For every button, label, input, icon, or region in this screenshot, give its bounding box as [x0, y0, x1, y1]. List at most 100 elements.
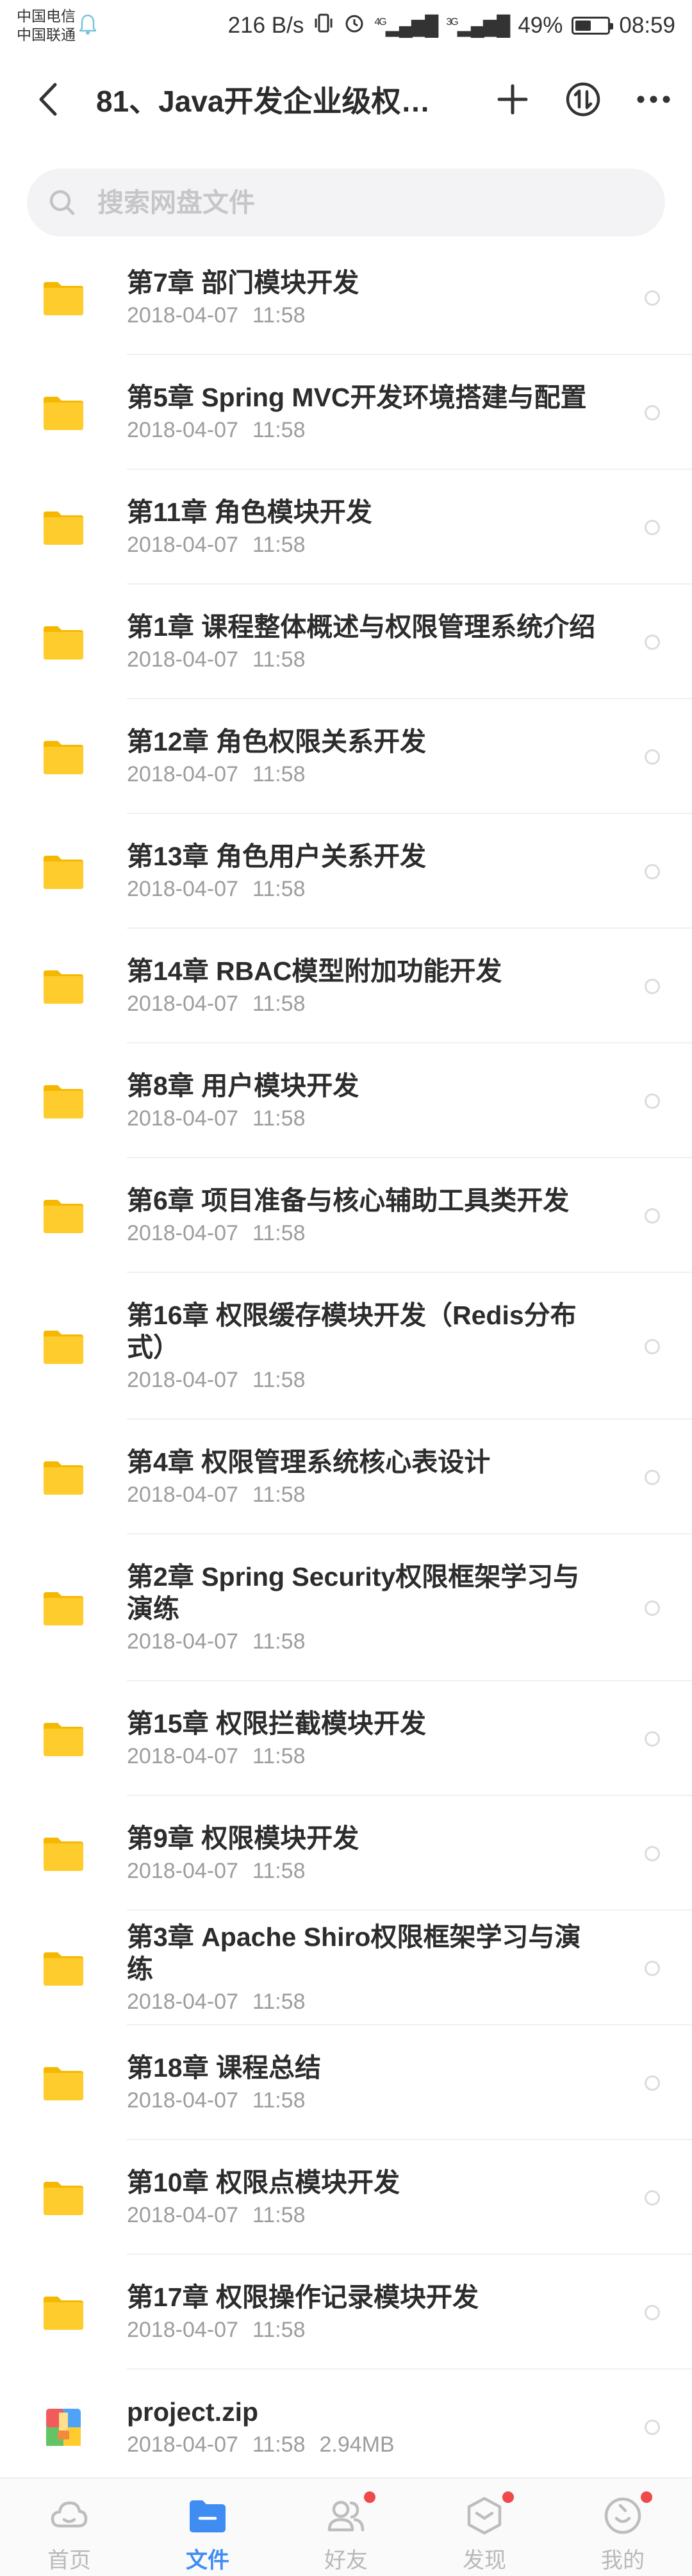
- select-checkbox[interactable]: [645, 978, 660, 994]
- file-name: 第9章 权限模块开发: [127, 1823, 359, 1853]
- file-meta: 2018-04-07 11:58: [127, 1627, 602, 1656]
- folder-row[interactable]: 第2章 Spring Security权限框架学习与演练 2018-04-07 11…: [0, 1534, 692, 1681]
- nav-item-friends[interactable]: 好友: [277, 2479, 415, 2576]
- file-name: 第15章 权限拦截模块开发: [127, 1708, 426, 1738]
- file-name: 第4章 权限管理系统核心表设计: [127, 1447, 491, 1477]
- folder-row[interactable]: 第9章 权限模块开发 2018-04-07 11:58: [0, 1796, 692, 1911]
- select-checkbox[interactable]: [645, 1731, 660, 1747]
- select-checkbox[interactable]: [645, 2190, 660, 2206]
- file-date: 2018-04-07: [127, 1220, 238, 1245]
- folder-row[interactable]: 第15章 权限拦截模块开发 2018-04-07 11:58: [0, 1681, 692, 1796]
- notification-icon: [78, 13, 97, 39]
- file-date: 2018-04-07: [127, 761, 238, 786]
- nav-item-profile[interactable]: 我的: [554, 2479, 692, 2576]
- file-row[interactable]: project.zip 2018-04-07 11:58 2.94MB: [0, 2370, 692, 2484]
- folder-row[interactable]: 第16章 权限缓存模块开发（Redis分布式） 2018-04-07 11:58: [0, 1273, 692, 1420]
- file-meta: 2018-04-07 11:58 2.94MB: [127, 2431, 602, 2459]
- transfer-button[interactable]: [557, 74, 609, 125]
- folder-icon: [42, 968, 85, 1005]
- file-meta: 2018-04-07 11:58: [127, 2086, 602, 2115]
- file-time: 11:58: [252, 303, 306, 328]
- search-input[interactable]: [97, 187, 623, 218]
- select-checkbox[interactable]: [645, 1338, 660, 1354]
- select-checkbox[interactable]: [645, 2304, 660, 2320]
- carrier-1: 中国电信: [17, 8, 76, 24]
- file-info: 第4章 权限管理系统核心表设计 2018-04-07 11:58: [127, 1446, 602, 1509]
- select-checkbox[interactable]: [645, 1960, 660, 1976]
- select-checkbox[interactable]: [645, 749, 660, 765]
- select-checkbox[interactable]: [645, 2075, 660, 2091]
- folder-row[interactable]: 第13章 角色用户关系开发 2018-04-07 11:58: [0, 814, 692, 929]
- battery-level: [575, 21, 591, 31]
- select-checkbox[interactable]: [645, 404, 660, 420]
- file-info: 第13章 角色用户关系开发 2018-04-07 11:58: [127, 840, 602, 903]
- file-name: 第12章 角色权限关系开发: [127, 726, 426, 756]
- battery-icon: [572, 17, 614, 35]
- file-info: 第10章 权限点模块开发 2018-04-07 11:58: [127, 2166, 602, 2229]
- file-time: 11:58: [252, 1743, 306, 1768]
- folder-row[interactable]: 第10章 权限点模块开发 2018-04-07 11:58: [0, 2140, 692, 2255]
- folder-row[interactable]: 第7章 部门模块开发 2018-04-07 11:58: [0, 240, 692, 355]
- zip-file-icon: [42, 2408, 85, 2446]
- file-info: 第17章 权限操作记录模块开发 2018-04-07 11:58: [127, 2281, 602, 2344]
- file-info: 第8章 用户模块开发 2018-04-07 11:58: [127, 1070, 602, 1133]
- signal-1-icon: 4G▂▄▆█: [374, 15, 438, 37]
- file-date: 2018-04-07: [127, 532, 238, 557]
- file-info: 第11章 角色模块开发 2018-04-07 11:58: [127, 496, 602, 559]
- file-info: 第18章 课程总结 2018-04-07 11:58: [127, 2052, 602, 2115]
- file-name: 第10章 权限点模块开发: [127, 2167, 400, 2197]
- file-meta: 2018-04-07 11:58: [127, 301, 602, 329]
- battery-percent: 49%: [518, 13, 563, 38]
- file-date: 2018-04-07: [127, 647, 238, 672]
- select-checkbox[interactable]: [645, 1600, 660, 1616]
- file-date: 2018-04-07: [127, 1106, 238, 1131]
- select-checkbox[interactable]: [645, 290, 660, 306]
- search-bar[interactable]: [27, 169, 665, 237]
- folder-icon: [42, 2294, 85, 2331]
- cloud-icon: [49, 2495, 90, 2536]
- select-checkbox[interactable]: [645, 1845, 660, 1861]
- nav-item-discover[interactable]: 发现: [415, 2479, 554, 2576]
- select-checkbox[interactable]: [645, 1208, 660, 1224]
- folder-row[interactable]: 第1章 课程整体概述与权限管理系统介绍 2018-04-07 11:58: [0, 585, 692, 699]
- page-title: 81、Java开发企业级权限管理系统: [96, 85, 442, 118]
- friends-icon: [325, 2491, 375, 2536]
- nav-label: 文件: [186, 2548, 229, 2573]
- file-meta: 2018-04-07 11:58: [127, 1742, 602, 1770]
- transfer-icon: [566, 82, 600, 117]
- folder-row[interactable]: 第8章 用户模块开发 2018-04-07 11:58: [0, 1043, 692, 1158]
- folder-row[interactable]: 第3章 Apache Shiro权限框架学习与演练 2018-04-07 11:58: [0, 1911, 692, 2025]
- folder-row[interactable]: 第4章 权限管理系统核心表设计 2018-04-07 11:58: [0, 1420, 692, 1534]
- folder-row[interactable]: 第18章 课程总结 2018-04-07 11:58: [0, 2025, 692, 2140]
- folder-row[interactable]: 第6章 项目准备与核心辅助工具类开发 2018-04-07 11:58: [0, 1158, 692, 1273]
- file-meta: 2018-04-07 11:58: [127, 1366, 602, 1394]
- nav-item-cloud[interactable]: 首页: [0, 2479, 138, 2576]
- select-checkbox[interactable]: [645, 2419, 660, 2435]
- folder-row[interactable]: 第5章 Spring MVC开发环境搭建与配置 2018-04-07 11:58: [0, 355, 692, 470]
- select-checkbox[interactable]: [645, 1093, 660, 1109]
- folder-row[interactable]: 第17章 权限操作记录模块开发 2018-04-07 11:58: [0, 2255, 692, 2370]
- select-checkbox[interactable]: [645, 634, 660, 650]
- folder-icon: [42, 394, 85, 431]
- bottom-nav: 首页 文件 好友 发现 我的: [0, 2477, 692, 2576]
- folder-icon: [42, 2179, 85, 2216]
- plus-icon: [497, 84, 528, 115]
- select-checkbox[interactable]: [645, 519, 660, 535]
- file-time: 11:58: [252, 1629, 306, 1654]
- file-info: 第15章 权限拦截模块开发 2018-04-07 11:58: [127, 1708, 602, 1770]
- folder-row[interactable]: 第11章 角色模块开发 2018-04-07 11:58: [0, 470, 692, 585]
- file-date: 2018-04-07: [127, 2432, 238, 2457]
- more-button[interactable]: [628, 74, 679, 125]
- folder-row[interactable]: 第12章 角色权限关系开发 2018-04-07 11:58: [0, 699, 692, 814]
- back-button[interactable]: [0, 51, 96, 147]
- add-button[interactable]: [487, 74, 538, 125]
- file-meta: 2018-04-07 11:58: [127, 1104, 602, 1133]
- folder-icon: [42, 1083, 85, 1120]
- nav-item-folder[interactable]: 文件: [138, 2479, 277, 2576]
- file-info: 第2章 Spring Security权限框架学习与演练 2018-04-07 11…: [127, 1561, 602, 1656]
- file-time: 11:58: [252, 532, 306, 557]
- select-checkbox[interactable]: [645, 863, 660, 879]
- file-time: 11:58: [252, 876, 306, 901]
- select-checkbox[interactable]: [645, 1469, 660, 1485]
- folder-row[interactable]: 第14章 RBAC模型附加功能开发 2018-04-07 11:58: [0, 929, 692, 1043]
